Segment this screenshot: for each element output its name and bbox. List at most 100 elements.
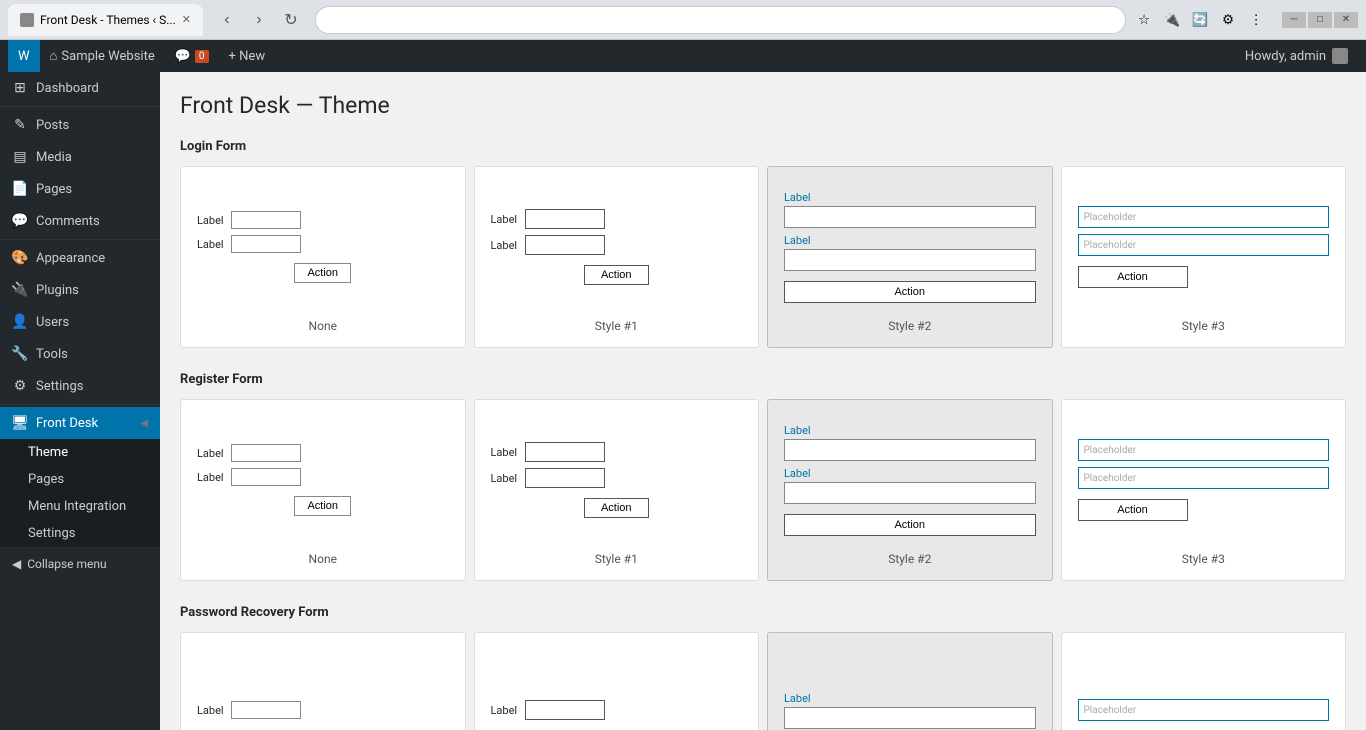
login-style2-action-btn[interactable]: Action [784, 281, 1036, 303]
sidebar-item-plugins[interactable]: 🔌 Plugins [0, 274, 160, 306]
login-style1-field-2: Label [491, 235, 743, 255]
extension-button3[interactable]: ⚙ [1216, 8, 1240, 32]
minimize-button[interactable]: ─ [1282, 12, 1306, 28]
maximize-button[interactable]: □ [1308, 12, 1332, 28]
sidebar-label-tools: Tools [36, 347, 68, 362]
password-style-none-card[interactable]: Label None [180, 632, 466, 730]
howdy-text: Howdy, admin [1245, 49, 1326, 64]
menu-button[interactable]: ⋮ [1244, 8, 1268, 32]
register-style1-card[interactable]: Label Label Action Style #1 [474, 399, 760, 581]
login-style2-name: Style #2 [888, 319, 931, 333]
sidebar-label-comments: Comments [36, 214, 100, 229]
comments-icon: 💬 [175, 49, 191, 64]
register-style3-card[interactable]: Placeholder Placeholder Action Style #3 [1061, 399, 1347, 581]
login-style2-field-2: Label [784, 234, 1036, 271]
sidebar-item-posts[interactable]: ✎ Posts [0, 109, 160, 141]
login-style1-card[interactable]: Label Label Action Style #1 [474, 166, 760, 348]
sidebar-item-appearance[interactable]: 🎨 Appearance [0, 242, 160, 274]
password-style2-card[interactable]: Label Style #2 [767, 632, 1053, 730]
sidebar-divider-1 [0, 106, 160, 107]
sidebar-item-tools[interactable]: 🔧 Tools [0, 338, 160, 370]
password-style3-block: Placeholder [1078, 699, 1330, 727]
password-style3-card[interactable]: Placeholder Style #3 [1061, 632, 1347, 730]
login-none-field-1: Label [197, 211, 449, 229]
register-style2-input-2 [784, 482, 1036, 504]
browser-tab[interactable]: Front Desk - Themes ‹ S... ✕ [8, 4, 203, 36]
wp-admin-bar: W ⌂ Sample Website 💬 0 + New Howdy, admi… [0, 40, 1366, 72]
register-none-input-2 [231, 468, 301, 486]
register-style3-input-2: Placeholder [1078, 467, 1330, 489]
register-style1-field-1: Label [491, 442, 743, 462]
login-style1-label-1: Label [491, 213, 519, 226]
back-button[interactable]: ‹ [213, 6, 241, 34]
login-style2-preview: Label Label Action [784, 187, 1036, 307]
login-style2-field-1: Label [784, 191, 1036, 228]
sidebar-item-users[interactable]: 👤 Users [0, 306, 160, 338]
section-separator-2 [180, 597, 1346, 605]
login-style2-card[interactable]: Label Label Action Style #2 [767, 166, 1053, 348]
wp-logo-icon: W [18, 49, 30, 64]
register-style-none-preview: Label Label Action [197, 420, 449, 540]
address-bar[interactable] [315, 6, 1126, 34]
sidebar-item-pages[interactable]: 📄 Pages [0, 173, 160, 205]
sidebar-divider-3 [0, 404, 160, 405]
register-style2-card[interactable]: Label Label Action Style #2 [767, 399, 1053, 581]
register-style1-input-2 [525, 468, 605, 488]
tab-close-button[interactable]: ✕ [182, 13, 191, 26]
register-none-action-btn[interactable]: Action [294, 496, 351, 516]
login-style1-label-2: Label [491, 239, 519, 252]
bookmark-button[interactable]: ☆ [1132, 8, 1156, 32]
login-style3-card[interactable]: Placeholder Placeholder Action Style #3 [1061, 166, 1347, 348]
password-style1-card[interactable]: Label Style #1 [474, 632, 760, 730]
comments-link[interactable]: 💬 0 [165, 40, 219, 72]
posts-icon: ✎ [12, 117, 28, 133]
login-style-none-card[interactable]: Label Label Action None [180, 166, 466, 348]
register-style2-label-1: Label [784, 424, 1036, 437]
howdy-section[interactable]: Howdy, admin [1235, 48, 1358, 64]
new-content-link[interactable]: + New [219, 40, 276, 72]
wp-logo[interactable]: W [8, 40, 40, 72]
submenu-label-theme: Theme [28, 445, 68, 460]
browser-chrome: Front Desk - Themes ‹ S... ✕ ‹ › ↻ ☆ 🔌 🔄… [0, 0, 1366, 40]
close-window-button[interactable]: ✕ [1334, 12, 1358, 28]
submenu-item-settings[interactable]: Settings [0, 520, 160, 547]
dashboard-icon: ⊞ [12, 80, 28, 96]
register-none-label-1: Label [197, 447, 225, 460]
login-style1-action-btn[interactable]: Action [584, 265, 649, 285]
register-none-input-1 [231, 444, 301, 462]
register-style-none-card[interactable]: Label Label Action None [180, 399, 466, 581]
register-style2-block: Label Label Action [784, 424, 1036, 536]
login-style1-preview: Label Label Action [491, 187, 743, 307]
submenu-item-theme[interactable]: Theme [0, 439, 160, 466]
collapse-label: Collapse menu [27, 557, 106, 571]
sidebar-item-front-desk[interactable]: 🖥 Front Desk ◀ [0, 407, 160, 439]
login-none-action-btn[interactable]: Action [294, 263, 351, 283]
collapse-menu-button[interactable]: ◀ Collapse menu [0, 547, 160, 581]
login-style2-input-1 [784, 206, 1036, 228]
register-none-label-2: Label [197, 471, 225, 484]
sidebar-item-media[interactable]: ▤ Media [0, 141, 160, 173]
sidebar-item-settings[interactable]: ⚙ Settings [0, 370, 160, 402]
forward-button[interactable]: › [245, 6, 273, 34]
sidebar-item-dashboard[interactable]: ⊞ Dashboard [0, 72, 160, 104]
submenu-item-pages[interactable]: Pages [0, 466, 160, 493]
extension-button2[interactable]: 🔄 [1188, 8, 1212, 32]
sidebar-item-comments[interactable]: 💬 Comments [0, 205, 160, 237]
password-style-none-preview: Label [197, 653, 449, 730]
login-style3-action-btn[interactable]: Action [1078, 266, 1188, 288]
register-style2-field-2: Label [784, 467, 1036, 504]
reload-button[interactable]: ↻ [277, 6, 305, 34]
submenu-item-menu-integration[interactable]: Menu Integration [0, 493, 160, 520]
browser-navigation: ‹ › ↻ [209, 2, 309, 38]
password-style1-label-1: Label [491, 704, 519, 717]
site-name-link[interactable]: ⌂ Sample Website [40, 40, 165, 72]
section-separator-1 [180, 364, 1346, 372]
password-style2-preview: Label [784, 653, 1036, 730]
appearance-icon: 🎨 [12, 250, 28, 266]
register-style1-action-btn[interactable]: Action [584, 498, 649, 518]
login-style1-name: Style #1 [595, 319, 638, 333]
extension-button1[interactable]: 🔌 [1160, 8, 1184, 32]
register-style3-action-btn[interactable]: Action [1078, 499, 1188, 521]
register-style2-name: Style #2 [888, 552, 931, 566]
register-style2-action-btn[interactable]: Action [784, 514, 1036, 536]
